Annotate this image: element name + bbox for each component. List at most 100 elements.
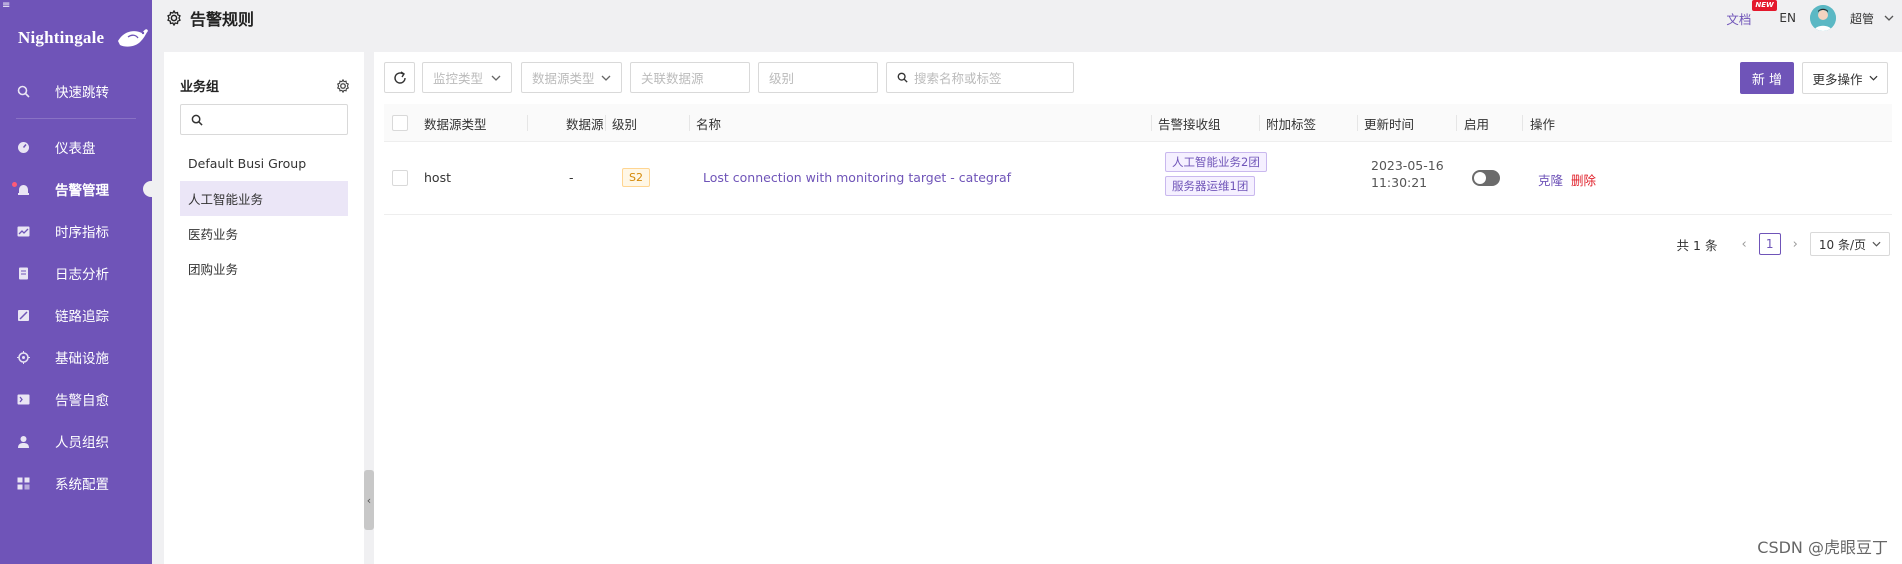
column-header[interactable]: 告警接收组 <box>1158 104 1221 142</box>
column-header[interactable]: 级别 <box>612 104 637 142</box>
column-header[interactable]: 附加标签 <box>1266 104 1316 142</box>
sidebar-item-label: 仪表盘 <box>55 141 96 157</box>
search-icon <box>16 84 30 98</box>
top-header: 告警规则 文档 NEW EN 超管 <box>152 0 1902 50</box>
checkbox[interactable] <box>392 170 408 186</box>
cell-datasource-type: host <box>424 170 451 185</box>
sidebar-item-dashboard[interactable]: 仪表盘 <box>0 126 152 168</box>
prev-page-button[interactable]: ‹ <box>1741 237 1746 252</box>
more-actions-button[interactable]: 更多操作 <box>1802 62 1888 94</box>
column-divider <box>1357 115 1358 131</box>
column-divider <box>605 115 606 131</box>
rule-name-link[interactable]: Lost connection with monitoring target -… <box>703 170 1011 185</box>
column-divider <box>689 115 690 131</box>
group-item[interactable]: Default Busi Group <box>180 146 348 181</box>
group-item-label: 医药业务 <box>188 227 239 242</box>
enable-toggle[interactable] <box>1472 170 1500 186</box>
sidebar-item-metrics[interactable]: 时序指标 <box>0 210 152 252</box>
level-select[interactable]: 级别 <box>758 62 878 93</box>
avatar[interactable] <box>1809 5 1836 31</box>
sidebar-item-self-healing[interactable]: 告警自愈 <box>0 378 152 420</box>
refresh-button[interactable] <box>384 62 415 93</box>
chevron-down-icon <box>1884 15 1894 21</box>
sidebar-item-infrastructure[interactable]: 基础设施 <box>0 336 152 378</box>
docs-link[interactable]: 文档 NEW <box>1726 0 1777 28</box>
column-header[interactable]: 数据源类型 <box>424 104 487 142</box>
sidebar-item-tracing[interactable]: 链路追踪 <box>0 294 152 336</box>
cell-rule-name: Lost connection with monitoring target -… <box>703 170 1011 185</box>
datasource-type-select[interactable]: 数据源类型 <box>521 62 622 93</box>
sidebar-item-personnel[interactable]: 人员组织 <box>0 420 152 462</box>
column-divider <box>1456 115 1457 131</box>
sidebar-item-label: 日志分析 <box>55 267 109 283</box>
checkbox[interactable] <box>392 115 408 131</box>
clone-button[interactable]: 克隆 <box>1538 170 1563 189</box>
more-actions-label: 更多操作 <box>1812 71 1863 87</box>
column-header[interactable]: 名称 <box>696 104 721 142</box>
page-size-label: 10 条/页 <box>1818 237 1866 252</box>
user-menu[interactable]: 超管 <box>1850 10 1894 27</box>
terminal-icon <box>16 392 30 406</box>
user-icon <box>16 434 30 448</box>
chevron-down-icon <box>601 75 611 81</box>
row-checkbox[interactable] <box>392 170 408 186</box>
sidebar-item-system-config[interactable]: 系统配置 <box>0 462 152 504</box>
select-placeholder: 数据源类型 <box>532 71 595 86</box>
page-number[interactable]: 1 <box>1758 233 1781 255</box>
cell-datasource: - <box>569 170 574 185</box>
sidebar-item-label: 告警管理 <box>55 183 109 199</box>
panel-collapse-handle[interactable]: ‹ <box>364 470 374 530</box>
column-header[interactable]: 启用 <box>1464 104 1489 142</box>
page-title: 告警规则 <box>166 6 254 30</box>
sidebar-item-label: 链路追踪 <box>55 309 109 325</box>
group-item[interactable]: 医药业务 <box>180 216 348 251</box>
sidebar-item-label: 人员组织 <box>55 435 109 451</box>
select-placeholder: 关联数据源 <box>641 71 704 86</box>
column-divider <box>1151 115 1152 131</box>
page-size-select[interactable]: 10 条/页 <box>1809 232 1890 256</box>
business-group-title: 业务组 <box>180 80 220 95</box>
language-switch[interactable]: EN <box>1779 11 1796 25</box>
group-item-selected[interactable]: 人工智能业务 <box>180 181 348 216</box>
select-all-checkbox[interactable] <box>392 104 408 142</box>
gear-icon[interactable] <box>336 78 350 93</box>
group-item-label: 人工智能业务 <box>188 192 264 207</box>
datasource-select[interactable]: 关联数据源 <box>630 62 750 93</box>
column-divider <box>1259 115 1260 131</box>
menu-collapse-icon[interactable]: ≡ <box>2 0 10 11</box>
username: 超管 <box>1849 11 1874 26</box>
sidebar-item-label: 快速跳转 <box>55 85 109 101</box>
infrastructure-icon <box>16 350 30 364</box>
business-group-search-input[interactable] <box>180 104 348 135</box>
column-header[interactable]: 更新时间 <box>1364 104 1414 142</box>
next-page-button[interactable]: › <box>1793 237 1798 252</box>
delete-button[interactable]: 删除 <box>1571 170 1596 189</box>
cell-update-time: 2023-05-16 11:30:21 <box>1371 157 1444 191</box>
app-name: Nightingale <box>18 28 105 47</box>
group-item[interactable]: 团购业务 <box>180 251 348 286</box>
sidebar-item-quick-jump[interactable]: 快速跳转 <box>0 70 152 112</box>
team-tag: 服务器运维1团 <box>1165 176 1256 196</box>
docs-link-label: 文档 <box>1726 11 1752 27</box>
add-rule-button[interactable]: 新 增 <box>1740 62 1794 94</box>
chevron-left-icon: ‹ <box>366 493 372 507</box>
update-date: 2023-05-16 <box>1371 158 1444 173</box>
sidebar-item-log-analysis[interactable]: 日志分析 <box>0 252 152 294</box>
sidebar-item-label: 时序指标 <box>55 225 109 241</box>
business-group-panel: 业务组 Default Busi Group 人工智能业务 医药业务 团购业务 <box>164 52 364 564</box>
column-header[interactable]: 操作 <box>1530 104 1555 142</box>
sidebar-item-alarm-management[interactable]: 告警管理 <box>0 168 153 210</box>
cell-enabled <box>1472 170 1500 186</box>
search-placeholder: 搜索名称或标签 <box>914 71 1002 86</box>
monitor-type-select[interactable]: 监控类型 <box>422 62 512 93</box>
business-group-list: Default Busi Group 人工智能业务 医药业务 团购业务 <box>180 146 348 286</box>
page-title-text: 告警规则 <box>190 10 255 29</box>
column-divider <box>527 115 528 131</box>
team-tag: 人工智能业务2团 <box>1165 152 1267 172</box>
column-header[interactable]: 数据源 <box>566 104 604 142</box>
rule-search-input[interactable]: 搜索名称或标签 <box>886 62 1074 93</box>
cell-level: S2 <box>622 168 650 187</box>
app-logo[interactable]: Nightingale <box>18 18 150 58</box>
gear-icon <box>167 10 181 26</box>
dashboard-icon <box>16 140 30 154</box>
